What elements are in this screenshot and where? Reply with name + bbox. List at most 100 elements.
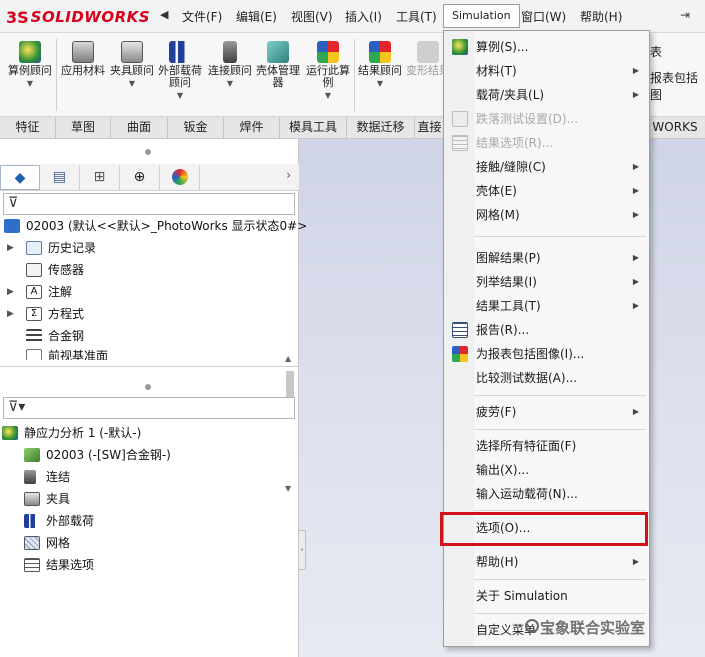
panel-grip[interactable] <box>145 149 151 155</box>
scroll-up-icon[interactable]: ▲ <box>285 354 291 363</box>
tree-item-material[interactable]: 合金钢 <box>0 326 280 346</box>
tab-sheet-metal[interactable]: 钣金 <box>168 117 224 139</box>
scroll-down-icon[interactable]: ▼ <box>285 484 291 493</box>
chevron-down-icon: ▼ <box>226 79 234 88</box>
tree-filter[interactable]: ⊽ <box>3 193 295 215</box>
apply-material-button[interactable]: 应用材料 <box>59 41 107 77</box>
external-loads-button[interactable]: 外部载荷顾问 ▼ <box>156 41 204 100</box>
expand-icon[interactable]: ▶ <box>7 282 14 302</box>
toolbar-separator <box>354 39 355 111</box>
external-loads-icon <box>169 41 191 63</box>
filter-icon: ⊽▾ <box>8 399 26 415</box>
tab-sketch[interactable]: 草图 <box>56 117 111 139</box>
study-item-result-options[interactable]: 结果选项 <box>0 555 280 575</box>
dimxpert-tab[interactable]: ⊕ <box>120 165 160 190</box>
menu-item-result-tools[interactable]: 结果工具(T) ▶ <box>444 295 649 317</box>
run-study-button[interactable]: 运行此算例 ▼ <box>304 41 352 100</box>
menu-item-label: 输出(X)... <box>476 463 530 477</box>
menu-item-label: 帮助(H) <box>476 555 519 569</box>
menu-insert[interactable]: 插入(I) <box>345 8 382 25</box>
study-item-mesh[interactable]: 网格 <box>0 533 280 553</box>
equation-icon: Σ <box>26 307 42 321</box>
tab-addins[interactable]: WORKS 插件 <box>645 117 705 155</box>
tab-weldments[interactable]: 焊件 <box>224 117 280 139</box>
menu-item-shell[interactable]: 壳体(E) ▶ <box>444 180 649 202</box>
study-item-label: 网格 <box>46 536 71 550</box>
expand-icon[interactable]: ▶ <box>7 238 14 258</box>
menu-item-import-motion-loads[interactable]: 输入运动载荷(N)... <box>444 483 649 505</box>
menu-item-help[interactable]: 帮助(H) ▶ <box>444 551 649 573</box>
property-manager-tab[interactable]: ▤ <box>40 165 80 190</box>
chevron-down-icon: ▼ <box>128 79 136 88</box>
menu-item-select-all-faces[interactable]: 选择所有特征面(F) <box>444 435 649 457</box>
menu-item-label: 载荷/夹具(L) <box>476 88 545 102</box>
menu-item-plot-results[interactable]: 图解结果(P) ▶ <box>444 247 649 269</box>
static-study-icon <box>2 426 18 440</box>
chevron-down-icon: ▼ <box>176 91 184 100</box>
run-study-label: 运行此算例 <box>306 64 350 89</box>
menu-item-about[interactable]: 关于 Simulation <box>444 585 649 607</box>
menu-item-material[interactable]: 材料(T) ▶ <box>444 60 649 82</box>
panel-collapse-handle[interactable]: › <box>298 530 306 570</box>
shell-manager-button[interactable]: 壳体管理器 <box>254 41 302 89</box>
study-filter[interactable]: ⊽▾ <box>3 397 295 419</box>
tab-surfaces[interactable]: 曲面 <box>111 117 168 139</box>
tree-item-annotations[interactable]: ▶ A 注解 <box>0 282 280 302</box>
menu-simulation[interactable]: Simulation <box>443 4 520 28</box>
menu-file[interactable]: 文件(F) <box>182 8 222 25</box>
tree-item-label: 传感器 <box>48 263 85 277</box>
menu-tools[interactable]: 工具(T) <box>396 8 437 25</box>
menu-item-report[interactable]: 报告(R)... <box>444 319 649 341</box>
submenu-arrow-icon: ▶ <box>632 407 639 416</box>
study-advisor-button[interactable]: 算例顾问 ▼ <box>6 41 54 88</box>
chevron-right-icon[interactable]: › <box>286 168 291 182</box>
tree-item-equations[interactable]: ▶ Σ 方程式 <box>0 304 280 324</box>
menu-item-loads-fixtures[interactable]: 载荷/夹具(L) ▶ <box>444 84 649 106</box>
menu-separator <box>474 579 646 580</box>
plane-icon <box>26 349 42 360</box>
menu-window[interactable]: 窗口(W) <box>521 8 566 25</box>
tab-data-migration[interactable]: 数据迁移 <box>347 117 415 139</box>
tree-item-front-plane[interactable]: 前视基准面 <box>0 346 280 360</box>
toolbar-fragment: 表 <box>650 45 663 59</box>
menu-view[interactable]: 视图(V) <box>291 8 333 25</box>
mesh-icon <box>24 536 40 550</box>
menu-help[interactable]: 帮助(H) <box>580 8 622 25</box>
tab-mold-tools[interactable]: 模具工具 <box>280 117 347 139</box>
configuration-manager-tab[interactable]: ⊞ <box>80 165 120 190</box>
menu-item-list-results[interactable]: 列举结果(I) ▶ <box>444 271 649 293</box>
tree-item-sensors[interactable]: 传感器 <box>0 260 280 280</box>
pin-icon[interactable]: ⇥ <box>680 8 690 22</box>
fixtures-advisor-label: 夹具顾问 <box>110 64 154 77</box>
tab-direct-editing[interactable]: 直接 <box>415 117 445 139</box>
study-item-fixtures[interactable]: 夹具 <box>0 489 280 509</box>
menu-collapse-arrow-icon[interactable]: ◀ <box>160 8 168 21</box>
study-item-connections[interactable]: 连结 <box>0 467 280 487</box>
connections-advisor-button[interactable]: 连接顾问 ▼ <box>206 41 254 88</box>
menu-item-include-image[interactable]: 为报表包括图像(I)... <box>444 343 649 365</box>
study-item-label: 外部载荷 <box>46 514 95 528</box>
results-advisor-button[interactable]: 结果顾问 ▼ <box>356 41 404 88</box>
feature-manager-icon: ◆ <box>14 170 26 186</box>
fixtures-advisor-button[interactable]: 夹具顾问 ▼ <box>108 41 156 88</box>
menu-separator <box>474 613 646 614</box>
tree-item-history[interactable]: ▶ 历史记录 <box>0 238 280 258</box>
display-manager-tab[interactable] <box>160 165 200 190</box>
feature-manager-tab[interactable]: ◆ <box>0 165 40 190</box>
menu-item-mesh[interactable]: 网格(M) ▶ <box>444 204 649 226</box>
tab-features[interactable]: 特征 <box>0 117 56 139</box>
logo-text: SOLIDWORKS <box>30 8 151 26</box>
run-study-icon <box>317 41 339 63</box>
study-item-part[interactable]: 02003 (-[SW]合金钢-) <box>0 445 280 465</box>
expand-icon[interactable]: ▶ <box>7 304 14 324</box>
menu-item-export[interactable]: 输出(X)... <box>444 459 649 481</box>
study-item-external-loads[interactable]: 外部载荷 <box>0 511 280 531</box>
menu-edit[interactable]: 编辑(E) <box>236 8 277 25</box>
menu-item-compare-test-data[interactable]: 比较测试数据(A)... <box>444 367 649 389</box>
menu-separator <box>474 429 646 430</box>
menu-item-contact[interactable]: 接触/缝隙(C) ▶ <box>444 156 649 178</box>
menu-item-study[interactable]: 算例(S)... <box>444 36 649 58</box>
panel-splitter-grip[interactable] <box>145 384 151 390</box>
menu-item-fatigue[interactable]: 疲劳(F) ▶ <box>444 401 649 423</box>
chevron-down-icon: ▼ <box>324 91 332 100</box>
